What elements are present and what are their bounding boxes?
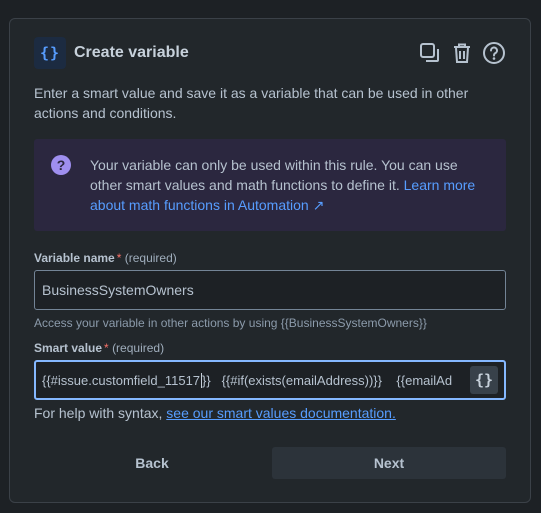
trash-icon[interactable] [450,41,474,65]
smart-value-label: Smart value * (required) [34,341,164,355]
smart-value-label-text: Smart value [34,341,103,355]
smart-value-text: {{#issue.customfield_11517}} {{#if(exist… [42,372,468,388]
variable-name-value: BusinessSystemOwners [42,282,194,298]
copy-icon[interactable] [418,41,442,65]
required-text: (required) [112,341,165,355]
required-mark: * [104,341,109,355]
smart-value-before-caret: {{#issue.customfield_11517 [42,372,201,388]
question-icon: ? [51,155,71,175]
next-button[interactable]: Next [272,447,506,479]
smart-values-docs-link[interactable]: see our smart values documentation. [166,405,396,421]
info-text: Your variable can only be used within th… [90,157,458,193]
required-text: (required) [124,251,177,265]
variable-name-label: Variable name * (required) [34,251,177,265]
variable-name-input[interactable]: BusinessSystemOwners [34,270,506,310]
required-mark: * [116,251,122,265]
smart-value-after-caret: }} {{#if(exists(emailAddress))}} {{email… [202,372,453,388]
info-message: ? Your variable can only be used within … [34,139,506,231]
header-actions [418,41,506,65]
panel-description: Enter a smart value and save it as a var… [34,85,469,121]
variable-name-helper: Access your variable in other actions by… [34,316,427,330]
create-variable-panel: {} Create variable Enter a smart value a… [9,18,531,503]
panel-header: {} Create variable [34,37,506,69]
smart-value-input[interactable]: {{#issue.customfield_11517}} {{#if(exist… [34,360,506,400]
curly-braces-icon: {} [34,37,66,69]
help-icon[interactable] [482,41,506,65]
back-button[interactable]: Back [34,447,270,479]
syntax-help: For help with syntax, see our smart valu… [34,405,396,421]
variable-name-label-text: Variable name [34,251,115,265]
panel-title: Create variable [74,44,189,61]
syntax-help-text: For help with syntax, [34,405,167,421]
insert-smart-value-button[interactable]: {} [470,366,498,394]
